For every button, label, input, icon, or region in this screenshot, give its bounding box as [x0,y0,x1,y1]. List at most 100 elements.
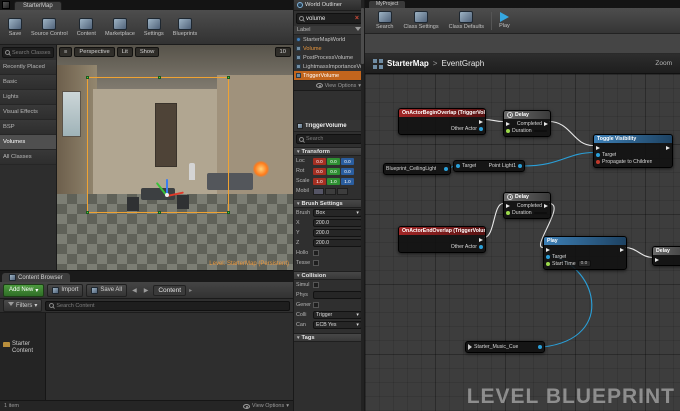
completed-pin[interactable] [544,203,548,208]
exec-in-pin[interactable] [596,145,600,150]
section-transform[interactable]: ▾ Transform [294,147,364,156]
duration-value-field[interactable] [533,129,547,132]
exec-in-pin[interactable] [655,257,659,262]
scale-x-field[interactable]: 1.0 [313,177,326,185]
class-settings-button[interactable]: Class Settings [400,9,441,32]
node-point-light[interactable]: Target Point Light1 [453,160,525,172]
modes-search-input[interactable]: Search Classes [2,47,54,58]
source-control-button[interactable]: Source Control [28,16,71,39]
duration-pin[interactable] [506,128,510,133]
scale-y-field[interactable]: 1.0 [327,177,340,185]
breadcrumb-content[interactable]: Content [153,284,187,296]
rotation-x-field[interactable]: 0.0 [313,167,326,175]
mobility-stationary-button[interactable] [325,187,336,195]
start-time-value-field[interactable]: 0.0 [577,260,591,267]
selection-handle[interactable] [158,76,161,79]
outliner-column-header[interactable]: Label [294,26,364,35]
blueprints-button[interactable]: Blueprints [170,16,200,39]
rotation-y-field[interactable]: 0.0 [327,167,340,175]
brush-x-field[interactable]: 200.0 [313,219,362,227]
modes-item-all-classes[interactable]: All Classes [0,150,56,165]
node-delay-1[interactable]: Delay Completed Duration [503,110,551,137]
brush-z-field[interactable]: 200.0 [313,239,362,247]
node-play[interactable]: Play Target Start Time 0.0 [543,236,627,270]
import-button[interactable]: Import [47,283,84,297]
modes-item-visual-effects[interactable]: Visual Effects [0,105,56,120]
node-starter-music-cue[interactable]: Starter_Music_Cue [465,341,545,353]
node-toggle-visibility[interactable]: Toggle Visibility Target Propagate to Ch… [593,134,673,168]
duration-value-field[interactable] [533,211,547,214]
asset-grid[interactable] [46,313,293,400]
view-options-button[interactable]: View Options ▾ [242,403,289,409]
scrollbar-thumb[interactable] [361,8,364,64]
outliner-view-options-button[interactable]: View Options ▾ [294,80,364,91]
play-button[interactable]: Play [496,10,513,31]
exec-out-pin[interactable] [620,247,624,252]
section-collision[interactable]: ▾ Collision [294,271,364,280]
marketplace-button[interactable]: Marketplace [102,16,138,39]
exec-out-pin[interactable] [479,119,483,124]
selection-handle[interactable] [86,76,89,79]
target-pin[interactable] [456,163,460,168]
section-tags[interactable]: ▾ Tags [294,333,364,342]
node-on-actor-end-overlap[interactable]: OnActorEndOverlap (TriggerVolume) Other … [398,226,486,253]
step-up-dropdown[interactable]: ECB Yes ▾ [313,321,362,329]
brush-type-dropdown[interactable]: Box ▾ [313,209,362,217]
selection-handle[interactable] [158,211,161,214]
save-button[interactable]: Save [5,16,25,39]
other-actor-pin[interactable] [479,244,483,249]
camera-speed-button[interactable]: 10 [274,47,291,57]
collision-presets-dropdown[interactable]: Trigger ▾ [313,311,362,319]
selection-handle[interactable] [227,211,230,214]
node-clipped-right[interactable]: Delay [652,246,680,266]
breadcrumb-startermap[interactable]: StarterMap [387,59,429,68]
show-button[interactable]: Show [134,47,160,57]
duration-pin[interactable] [506,210,510,215]
completed-pin[interactable] [544,121,548,126]
object-out-pin[interactable] [444,166,448,171]
modes-item-bsp[interactable]: BSP [0,120,56,135]
outliner-row-postprocess-volume[interactable]: PostProcessVolume [294,53,364,62]
node-delay-2[interactable]: Delay Completed Duration [503,192,551,219]
trigger-volume-selection-box[interactable] [86,76,230,214]
filters-button[interactable]: Filters ▾ [3,299,43,312]
exec-in-pin[interactable] [506,203,510,208]
other-actor-pin[interactable] [479,126,483,131]
physics-field[interactable] [313,291,362,299]
generate-overlap-checkbox[interactable] [313,302,319,308]
viewport[interactable]: ≡ Perspective Lit Show 10 Level: Starter… [57,45,293,270]
clear-search-icon[interactable]: × [355,15,359,22]
selection-handle[interactable] [86,211,89,214]
component-out-pin[interactable] [518,163,522,168]
location-y-field[interactable]: 0.0 [327,157,340,165]
hollow-checkbox[interactable] [313,250,319,256]
add-new-button[interactable]: Add New ▾ [3,283,45,297]
location-z-field[interactable]: 0.0 [341,157,354,165]
viewport-menu-button[interactable]: ≡ [59,47,73,57]
exec-in-pin[interactable] [546,247,550,252]
outliner-row-trigger-volume[interactable]: TriggerVolume [294,71,364,80]
outliner-row-volume[interactable]: Volume [294,44,364,53]
audio-out-pin[interactable] [538,344,542,349]
modes-item-basic[interactable]: Basic [0,75,56,90]
back-button[interactable]: ◀ [130,286,139,295]
event-graph[interactable]: OnActorBeginOverlap (TriggerVolume) Othe… [365,74,680,411]
forward-button[interactable]: ▶ [142,286,151,295]
gizmo-center[interactable] [165,193,169,197]
scale-z-field[interactable]: 1.0 [341,177,354,185]
target-pin[interactable] [596,152,600,157]
exec-in-pin[interactable] [506,121,510,126]
mobility-movable-button[interactable] [337,187,348,195]
bp-search-button[interactable]: Search [373,9,396,32]
simulate-checkbox[interactable] [313,282,319,288]
mobility-static-button[interactable] [313,187,324,195]
modes-item-recently-placed[interactable]: Recently Placed [0,60,56,75]
rotation-z-field[interactable]: 0.0 [341,167,354,175]
content-button[interactable]: Content [74,16,99,39]
lit-button[interactable]: Lit [116,47,133,57]
class-defaults-button[interactable]: Class Defaults [446,9,487,32]
target-pin[interactable] [546,254,550,259]
breadcrumb-eventgraph[interactable]: EventGraph [441,59,484,68]
tab-content-browser[interactable]: Content Browser [2,273,70,282]
modes-item-lights[interactable]: Lights [0,90,56,105]
